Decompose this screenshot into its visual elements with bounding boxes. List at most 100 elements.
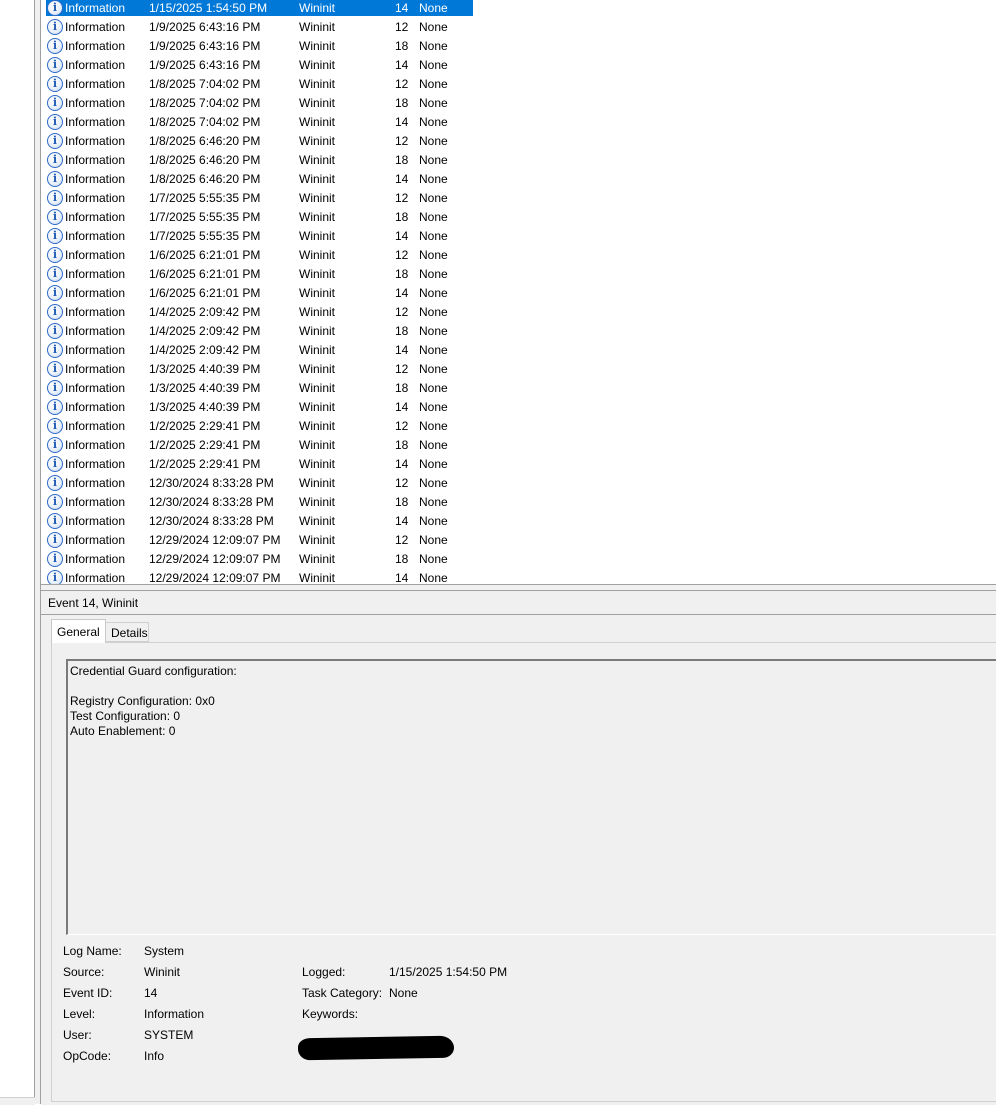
task-category-cell: None bbox=[419, 229, 448, 243]
table-row[interactable]: i Information 1/9/2025 6:43:16 PM Wininit 12… bbox=[41, 19, 996, 38]
level-cell: Information bbox=[65, 115, 126, 129]
table-row[interactable]: i Information 12/30/2024 8:33:28 PM Wininit… bbox=[41, 494, 996, 513]
information-icon: i bbox=[47, 323, 63, 339]
task-category-value: None bbox=[389, 986, 418, 1000]
date-time-cell: 1/7/2025 5:55:35 PM bbox=[149, 191, 261, 205]
table-row[interactable]: i Information 1/6/2025 6:21:01 PM Wininit 18… bbox=[41, 266, 996, 285]
task-category-cell: None bbox=[419, 324, 448, 338]
opcode-value: Info bbox=[144, 1049, 165, 1063]
tab-details[interactable]: Details bbox=[105, 622, 149, 642]
table-row[interactable]: i Information 12/29/2024 12:09:07 PM Winini… bbox=[41, 570, 996, 584]
table-row[interactable]: i Information 1/9/2025 6:43:16 PM Wininit 18… bbox=[41, 38, 996, 57]
date-time-cell: 1/9/2025 6:43:16 PM bbox=[149, 58, 261, 72]
event-id-cell: 12 bbox=[395, 419, 409, 433]
source-cell: Wininit bbox=[299, 495, 336, 509]
table-row[interactable]: i Information 1/7/2025 5:55:35 PM Wininit 18… bbox=[41, 209, 996, 228]
table-row[interactable]: i Information 1/8/2025 7:04:02 PM Wininit 14… bbox=[41, 114, 996, 133]
source-cell: Wininit bbox=[299, 172, 336, 186]
table-row[interactable]: i Information 1/3/2025 4:40:39 PM Wininit 14… bbox=[41, 399, 996, 418]
table-row[interactable]: i Information 12/29/2024 12:09:07 PM Winini… bbox=[41, 532, 996, 551]
event-id-cell: 18 bbox=[395, 324, 409, 338]
task-category-cell: None bbox=[419, 552, 448, 566]
table-row[interactable]: i Information 1/4/2025 2:09:42 PM Wininit 12… bbox=[41, 304, 996, 323]
date-time-cell: 1/4/2025 2:09:42 PM bbox=[149, 343, 261, 357]
source-cell: Wininit bbox=[299, 153, 336, 167]
info-glyph: i bbox=[47, 190, 63, 206]
table-row[interactable]: i Information 12/29/2024 12:09:07 PM Winini… bbox=[41, 551, 996, 570]
info-glyph: i bbox=[47, 399, 63, 415]
table-row[interactable]: i Information 1/2/2025 2:29:41 PM Wininit 14… bbox=[41, 456, 996, 475]
date-time-cell: 1/2/2025 2:29:41 PM bbox=[149, 438, 261, 452]
task-category-cell: None bbox=[419, 419, 448, 433]
date-time-cell: 12/29/2024 12:09:07 PM bbox=[149, 552, 281, 566]
information-icon: i bbox=[47, 95, 63, 111]
event-list[interactable]: i Information 1/15/2025 1:54:50 PM Wininit 1… bbox=[41, 0, 996, 584]
description-line: Credential Guard configuration: bbox=[70, 664, 237, 678]
info-glyph: i bbox=[47, 38, 63, 54]
info-glyph: i bbox=[47, 304, 63, 320]
level-cell: Information bbox=[65, 172, 126, 186]
information-icon: i bbox=[47, 228, 63, 244]
information-icon: i bbox=[47, 0, 63, 16]
table-row[interactable]: i Information 1/8/2025 6:46:20 PM Wininit 12… bbox=[41, 133, 996, 152]
level-cell: Information bbox=[65, 381, 126, 395]
event-id-cell: 14 bbox=[395, 1, 409, 15]
table-row[interactable]: i Information 1/2/2025 2:29:41 PM Wininit 18… bbox=[41, 437, 996, 456]
info-glyph: i bbox=[47, 19, 63, 35]
info-glyph: i bbox=[47, 76, 63, 92]
information-icon: i bbox=[47, 456, 63, 472]
source-cell: Wininit bbox=[299, 381, 336, 395]
level-cell: Information bbox=[65, 248, 126, 262]
table-row[interactable]: i Information 1/6/2025 6:21:01 PM Wininit 14… bbox=[41, 285, 996, 304]
table-row[interactable]: i Information 1/8/2025 7:04:02 PM Wininit 18… bbox=[41, 95, 996, 114]
table-row[interactable]: i Information 1/2/2025 2:29:41 PM Wininit 12… bbox=[41, 418, 996, 437]
source-cell: Wininit bbox=[299, 305, 336, 319]
table-row[interactable]: i Information 12/30/2024 8:33:28 PM Wininit… bbox=[41, 475, 996, 494]
source-cell: Wininit bbox=[299, 400, 336, 414]
level-cell: Information bbox=[65, 96, 126, 110]
event-id-cell: 18 bbox=[395, 39, 409, 53]
date-time-cell: 1/9/2025 6:43:16 PM bbox=[149, 20, 261, 34]
info-glyph: i bbox=[47, 437, 63, 453]
table-row[interactable]: i Information 1/7/2025 5:55:35 PM Wininit 14… bbox=[41, 228, 996, 247]
event-id-cell: 14 bbox=[395, 115, 409, 129]
task-category-cell: None bbox=[419, 96, 448, 110]
info-glyph: i bbox=[47, 247, 63, 263]
table-row[interactable]: i Information 1/8/2025 7:04:02 PM Wininit 12… bbox=[41, 76, 996, 95]
level-value: Information bbox=[144, 1007, 205, 1021]
task-category-cell: None bbox=[419, 39, 448, 53]
source-cell: Wininit bbox=[299, 457, 336, 471]
table-row[interactable]: i Information 1/7/2025 5:55:35 PM Wininit 12… bbox=[41, 190, 996, 209]
level-cell: Information bbox=[65, 457, 126, 471]
table-row[interactable]: i Information 12/30/2024 8:33:28 PM Wininit… bbox=[41, 513, 996, 532]
table-row[interactable]: i Information 1/3/2025 4:40:39 PM Wininit 12… bbox=[41, 361, 996, 380]
information-icon: i bbox=[47, 19, 63, 35]
table-row[interactable]: i Information 1/15/2025 1:54:50 PM Wininit 1… bbox=[41, 0, 996, 19]
level-cell: Information bbox=[65, 20, 126, 34]
info-glyph: i bbox=[47, 323, 63, 339]
task-category-cell: None bbox=[419, 77, 448, 91]
table-row[interactable]: i Information 1/9/2025 6:43:16 PM Wininit 14… bbox=[41, 57, 996, 76]
date-time-cell: 12/29/2024 12:09:07 PM bbox=[149, 533, 281, 547]
table-row[interactable]: i Information 1/8/2025 6:46:20 PM Wininit 18… bbox=[41, 152, 996, 171]
level-cell: Information bbox=[65, 514, 126, 528]
tab-general[interactable]: General bbox=[51, 619, 106, 643]
event-id-cell: 14 bbox=[395, 172, 409, 186]
event-description-box[interactable]: Credential Guard configuration: Registry … bbox=[66, 659, 996, 935]
info-glyph: i bbox=[47, 380, 63, 396]
event-id-cell: 14 bbox=[395, 514, 409, 528]
source-cell: Wininit bbox=[299, 362, 336, 376]
table-row[interactable]: i Information 1/3/2025 4:40:39 PM Wininit 18… bbox=[41, 380, 996, 399]
table-row[interactable]: i Information 1/6/2025 6:21:01 PM Wininit 12… bbox=[41, 247, 996, 266]
table-row[interactable]: i Information 1/4/2025 2:09:42 PM Wininit 14… bbox=[41, 342, 996, 361]
task-category-cell: None bbox=[419, 210, 448, 224]
event-id-cell: 14 bbox=[395, 571, 409, 584]
table-row[interactable]: i Information 1/8/2025 6:46:20 PM Wininit 14… bbox=[41, 171, 996, 190]
date-time-cell: 12/29/2024 12:09:07 PM bbox=[149, 571, 281, 584]
table-row[interactable]: i Information 1/4/2025 2:09:42 PM Wininit 18… bbox=[41, 323, 996, 342]
information-icon: i bbox=[47, 380, 63, 396]
event-id-cell: 18 bbox=[395, 495, 409, 509]
information-icon: i bbox=[47, 475, 63, 491]
source-cell: Wininit bbox=[299, 96, 336, 110]
event-id-cell: 12 bbox=[395, 20, 409, 34]
